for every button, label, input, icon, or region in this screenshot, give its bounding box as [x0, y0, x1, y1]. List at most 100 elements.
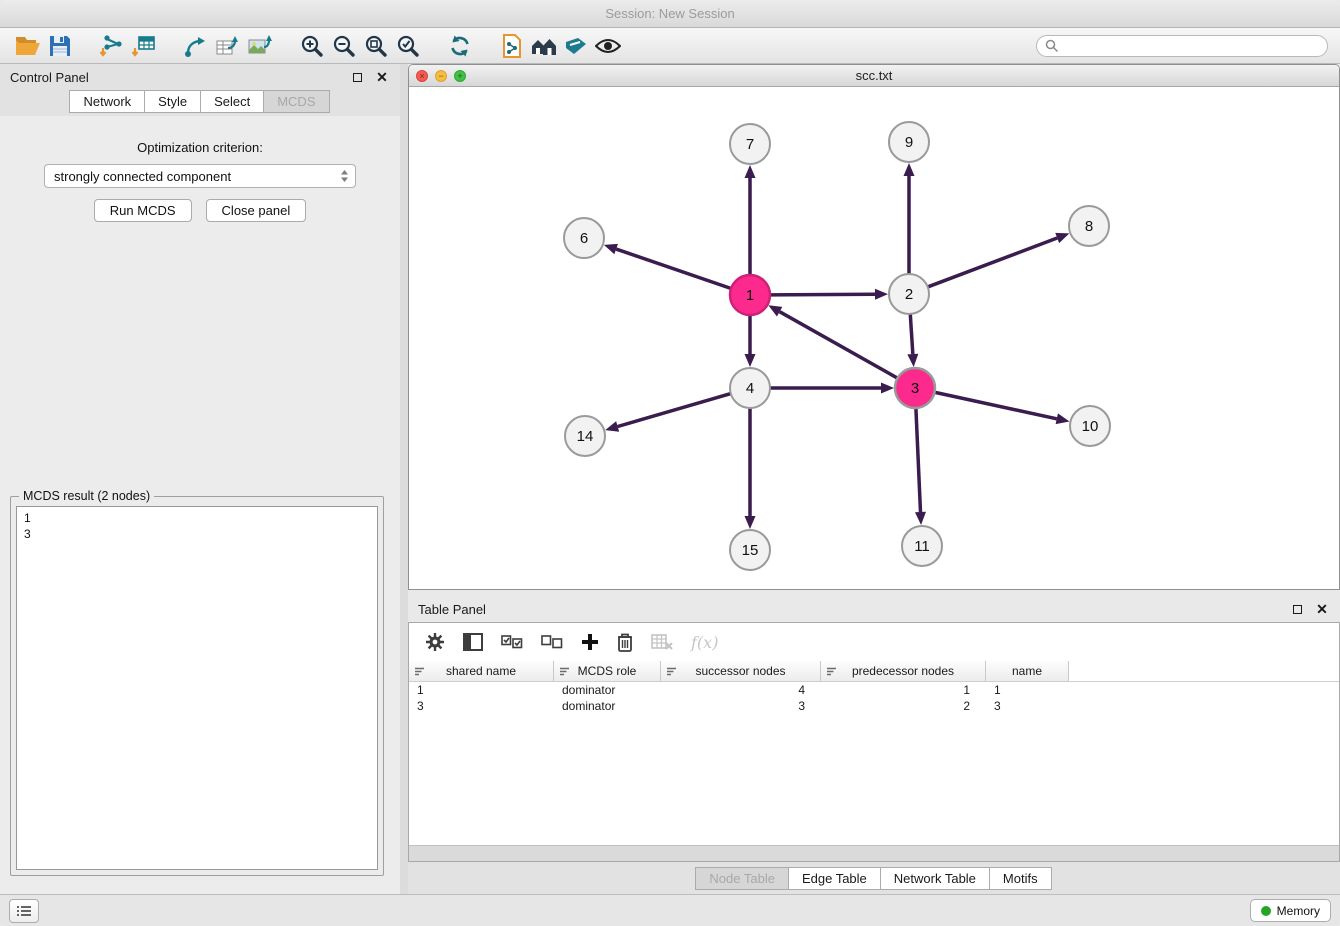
tab-edge-table[interactable]: Edge Table [788, 867, 881, 890]
control-panel-header: Control Panel [0, 64, 400, 90]
edge-arrowhead [915, 512, 926, 525]
optimization-criterion-select[interactable]: strongly connected component [44, 164, 356, 188]
column-header-mcds-role[interactable]: MCDS role [554, 661, 661, 682]
zoom-fit-button[interactable] [360, 31, 392, 61]
network-canvas[interactable]: 7968124314101511 [409, 87, 1339, 589]
mcds-result-list[interactable]: 1 3 [16, 506, 378, 870]
network-node-label: 10 [1082, 418, 1099, 435]
home-button[interactable] [528, 31, 560, 61]
import-network-icon [99, 34, 125, 58]
memory-button[interactable]: Memory [1250, 899, 1331, 922]
result-line: 3 [24, 526, 370, 542]
search-field-wrap [1036, 35, 1328, 57]
home-icon [530, 35, 558, 57]
window-titlebar: Session: New Session [0, 0, 1340, 28]
stepper-arrows-icon [340, 169, 349, 183]
network-svg[interactable]: 7968124314101511 [409, 87, 1339, 589]
show-panels-button[interactable] [9, 899, 39, 923]
zoom-in-button[interactable] [296, 31, 328, 61]
gear-icon [425, 632, 445, 652]
add-row-button[interactable] [581, 633, 599, 651]
float-table-panel-button[interactable] [1289, 601, 1305, 617]
column-header-successor-nodes[interactable]: successor nodes [661, 661, 821, 682]
cell-shared-name: 1 [409, 682, 554, 698]
network-node-label: 15 [742, 542, 759, 559]
control-panel-title: Control Panel [10, 70, 89, 85]
tab-network-table[interactable]: Network Table [880, 867, 990, 890]
zoom-fit-icon [364, 34, 388, 58]
clone-network-button[interactable] [496, 31, 528, 61]
network-node-label: 8 [1085, 218, 1093, 235]
import-table-from-file-button[interactable] [128, 31, 160, 61]
run-mcds-button[interactable]: Run MCDS [94, 199, 192, 222]
tab-mcds[interactable]: MCDS [263, 90, 329, 113]
delete-table-icon [651, 634, 673, 650]
main-area: Control Panel Network Style Select MCDS … [0, 64, 1340, 894]
edge-arrowhead [604, 244, 618, 254]
open-session-button[interactable] [12, 31, 44, 61]
unselect-all-columns-button[interactable] [541, 635, 563, 649]
tab-select[interactable]: Select [200, 90, 264, 113]
document-network-icon [501, 34, 523, 58]
close-panel-pushbutton[interactable]: Close panel [206, 199, 307, 222]
tag-icon [564, 36, 588, 56]
table-row[interactable]: 1 dominator 4 1 1 [409, 682, 1339, 698]
tab-style[interactable]: Style [144, 90, 201, 113]
new-network-button[interactable] [180, 31, 212, 61]
network-window-titlebar: scc.txt [409, 65, 1339, 87]
table-toolbar: f(x) [409, 623, 1339, 661]
status-bar: Memory [0, 894, 1340, 926]
search-input[interactable] [1036, 35, 1328, 57]
network-edge [935, 392, 1057, 419]
cell-predecessor-nodes: 2 [821, 698, 986, 714]
float-icon [1293, 605, 1302, 614]
maximize-window-button[interactable] [454, 70, 466, 82]
annotation-button[interactable] [560, 31, 592, 61]
control-panel-tabs: Network Style Select MCDS [0, 90, 400, 116]
table-settings-button[interactable] [425, 632, 445, 652]
trash-icon [617, 632, 633, 652]
select-all-columns-button[interactable] [501, 635, 523, 649]
edge-arrowhead [881, 383, 894, 394]
table-tabs: Node Table Edge Table Network Table Moti… [408, 862, 1340, 894]
edge-arrowhead [875, 289, 888, 300]
close-window-button[interactable] [416, 70, 428, 82]
table-row[interactable]: 3 dominator 3 2 3 [409, 698, 1339, 714]
edge-arrowhead [605, 421, 619, 432]
close-table-panel-button[interactable] [1314, 601, 1330, 617]
float-panel-button[interactable] [349, 69, 365, 85]
show-graphics-details-button[interactable] [592, 31, 624, 61]
refresh-view-button[interactable] [444, 31, 476, 61]
function-builder-button[interactable]: f(x) [691, 633, 718, 652]
network-node-label: 11 [914, 538, 930, 555]
column-header-shared-name[interactable]: shared name [409, 661, 554, 682]
panel-splitter[interactable] [400, 64, 408, 894]
new-network-from-table-button[interactable] [212, 31, 244, 61]
zoom-out-icon [332, 34, 356, 58]
edge-arrowhead [745, 516, 756, 529]
minimize-window-button[interactable] [435, 70, 447, 82]
import-network-from-file-button[interactable] [96, 31, 128, 61]
export-image-button[interactable] [244, 31, 276, 61]
table-panel: Table Panel [408, 596, 1340, 894]
network-node-label: 3 [911, 380, 919, 397]
save-session-button[interactable] [44, 31, 76, 61]
tab-node-table[interactable]: Node Table [695, 867, 789, 890]
column-header-name[interactable]: name [986, 661, 1069, 682]
column-header-filler [1069, 661, 1339, 682]
tab-motifs[interactable]: Motifs [989, 867, 1052, 890]
show-columns-button[interactable] [463, 633, 483, 651]
zoom-selected-button[interactable] [392, 31, 424, 61]
column-icon [414, 666, 425, 677]
delete-table-button[interactable] [651, 634, 673, 650]
unchecked-boxes-icon [541, 635, 563, 649]
table-scrollbar-strip[interactable] [409, 845, 1339, 861]
close-panel-button[interactable] [374, 69, 390, 85]
tab-network[interactable]: Network [69, 90, 145, 113]
delete-row-button[interactable] [617, 632, 633, 652]
cell-shared-name: 3 [409, 698, 554, 714]
table-panel-body: f(x) shared name MCDS role [408, 622, 1340, 862]
column-header-predecessor-nodes[interactable]: predecessor nodes [821, 661, 986, 682]
zoom-out-button[interactable] [328, 31, 360, 61]
main-toolbar [0, 28, 1340, 64]
